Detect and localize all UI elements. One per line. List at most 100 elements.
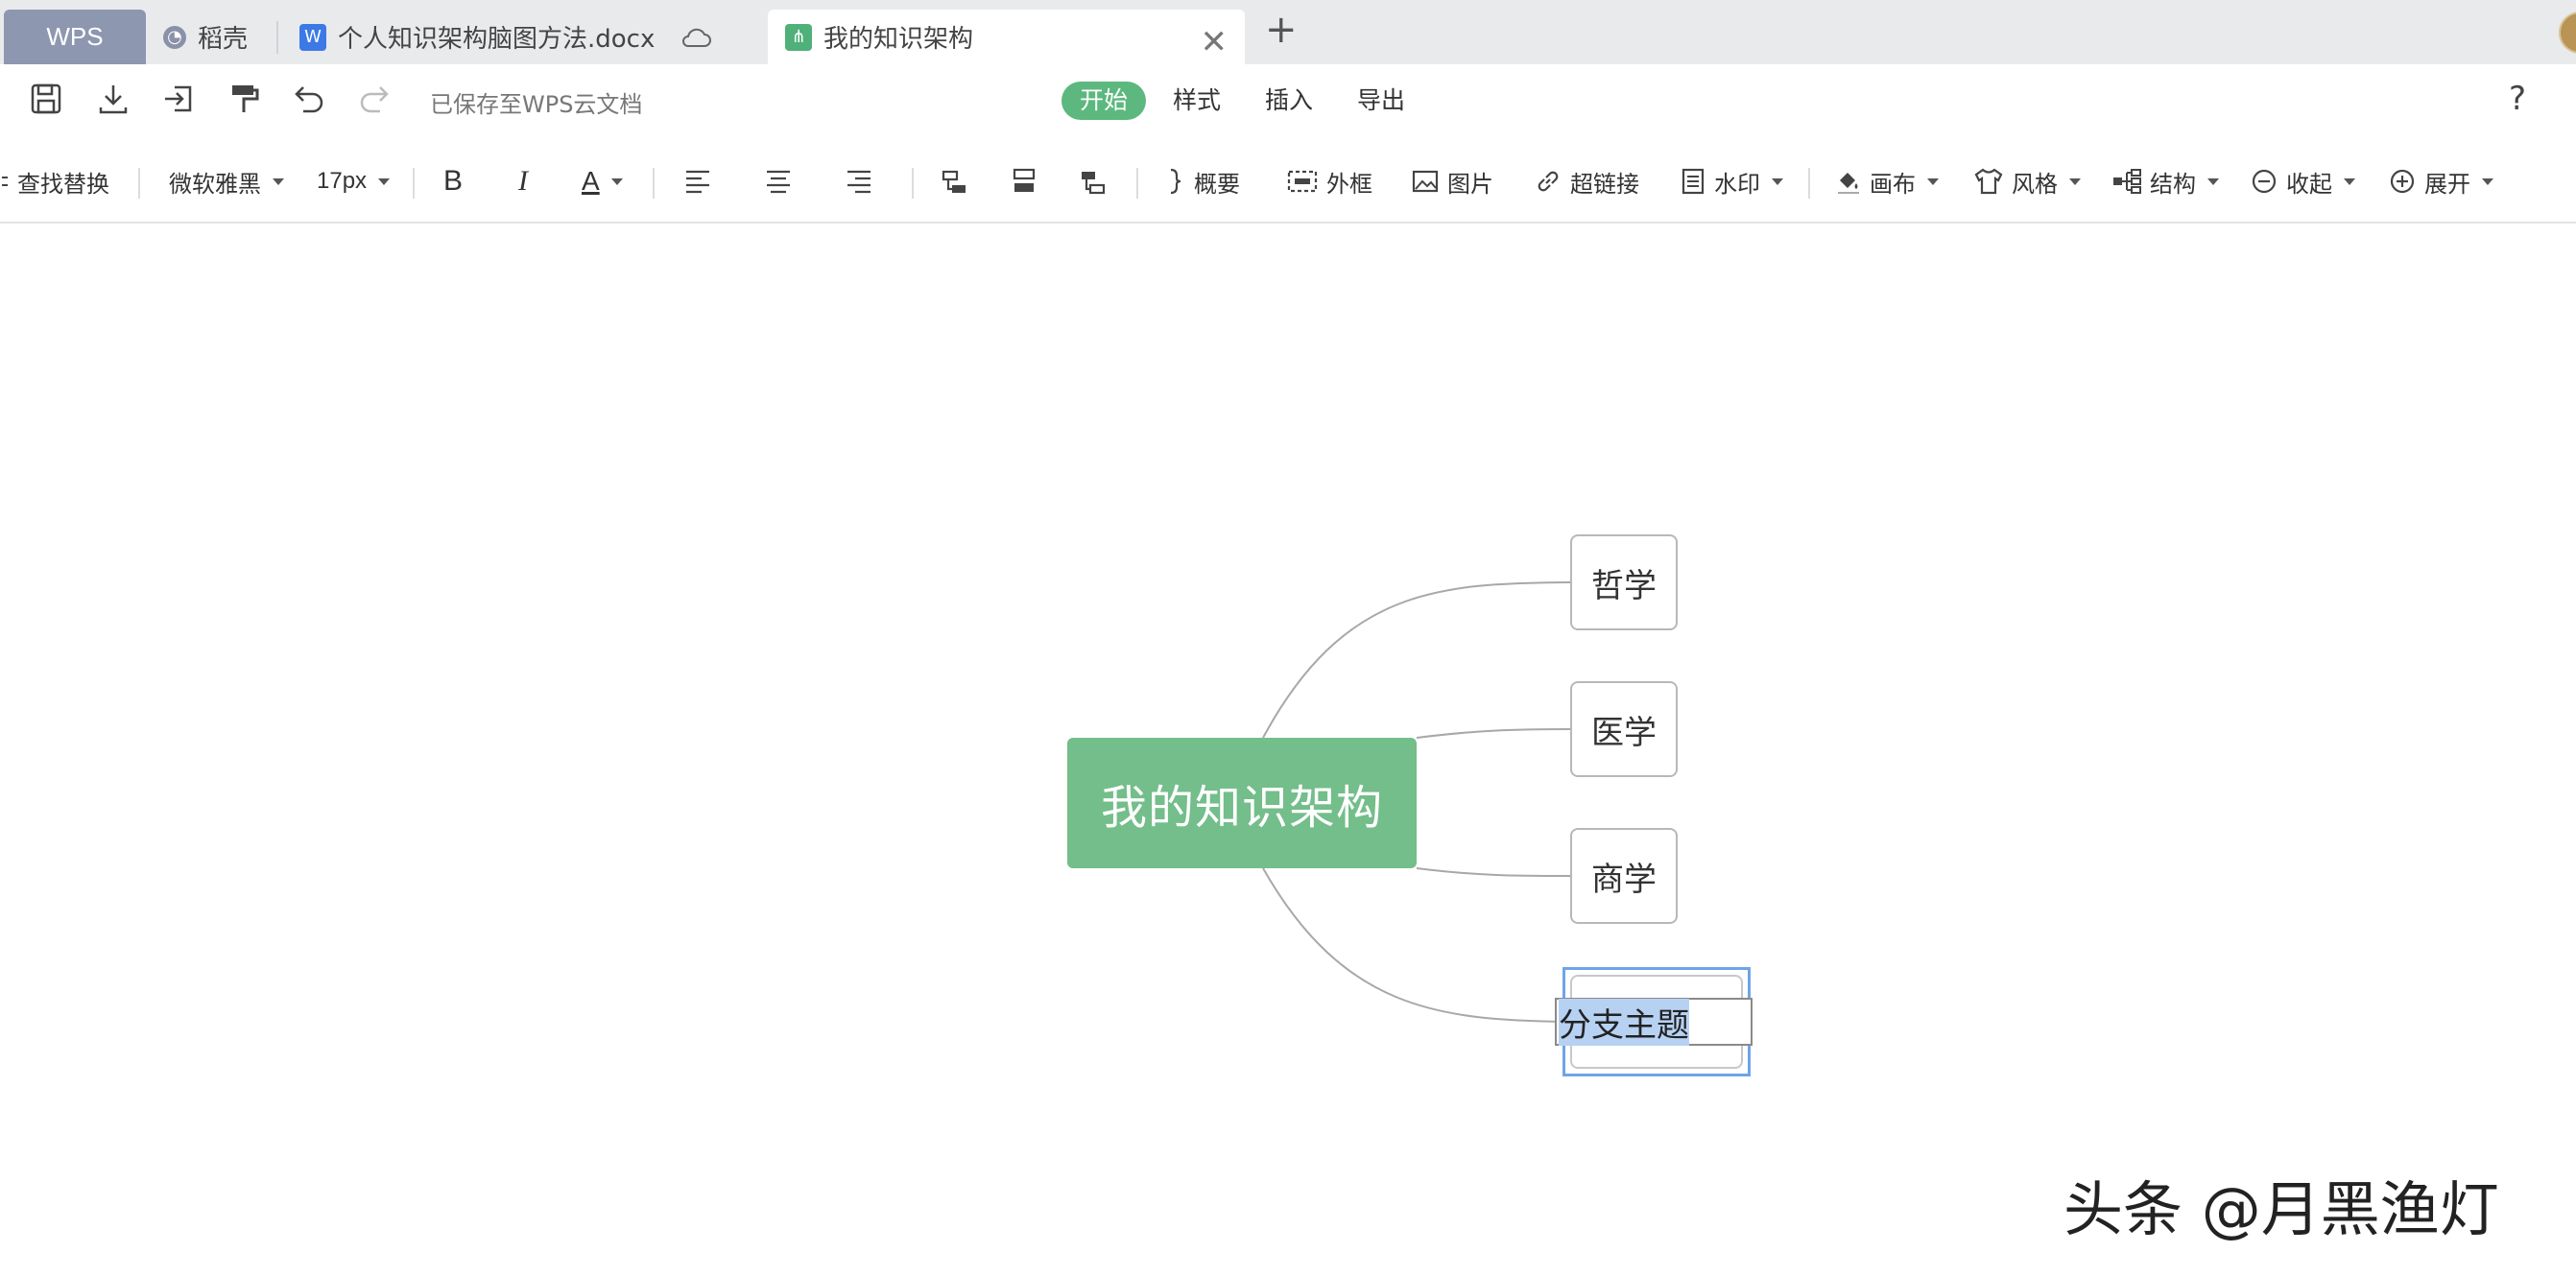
hyperlink-label: 超链接 [1570, 170, 1639, 198]
bold-button[interactable]: B [443, 164, 463, 199]
redo-icon[interactable] [357, 82, 392, 116]
watermark-button[interactable]: 水印 [1680, 164, 1783, 199]
tab-start[interactable]: 开始 [1061, 82, 1146, 120]
style-label: 风格 [2012, 170, 2058, 198]
font-color-button[interactable]: A [582, 164, 623, 199]
font-color-label: A [582, 166, 600, 196]
watermark-label: 水印 [1714, 170, 1760, 198]
save-icon[interactable] [29, 82, 63, 116]
tab-daoke[interactable]: ◔ 稻壳 [163, 10, 269, 64]
save-status-text: 已保存至WPS云文档 [430, 91, 643, 118]
chevron-down-icon [378, 177, 391, 185]
format-toolbar: 查找替换 微软雅黑 17px B I A 概要 外框 图片 超链接 水印 画布 … [0, 143, 2576, 224]
chevron-down-icon [273, 177, 284, 185]
tab-document-label: 个人知识架构脑图方法.docx [338, 25, 656, 54]
expand-button[interactable]: 展开 [2388, 164, 2493, 199]
avatar[interactable] [2559, 12, 2576, 54]
outline-frame-icon [1287, 170, 1318, 193]
tab-wps[interactable]: WPS [4, 10, 146, 64]
branch-topic-philosophy[interactable]: 哲学 [1570, 534, 1678, 630]
connector-line [1262, 867, 1567, 1023]
collapse-label: 收起 [2286, 170, 2332, 198]
image-icon [1412, 170, 1439, 193]
close-icon[interactable]: ✕ [1201, 23, 1228, 61]
plus-circle-icon [2390, 169, 2415, 194]
toolbar-divider [1808, 168, 1810, 199]
align-center-icon[interactable] [764, 164, 793, 199]
align-left-icon[interactable] [683, 164, 712, 199]
find-replace-button[interactable]: 查找替换 [0, 164, 109, 199]
font-family-value: 微软雅黑 [169, 170, 261, 198]
branch-topic-medicine[interactable]: 医学 [1570, 681, 1678, 777]
summary-button[interactable]: 概要 [1167, 164, 1240, 199]
tab-mindmap[interactable]: ⋔ 我的知识架构 ✕ [768, 10, 1245, 64]
tab-mindmap-label: 我的知识架构 [823, 25, 974, 54]
watermark-text: 头条 @月黑渔灯 [2063, 1174, 2499, 1244]
tab-insert[interactable]: 插入 [1265, 82, 1313, 120]
download-icon[interactable] [96, 82, 131, 116]
tab-style[interactable]: 样式 [1173, 82, 1221, 120]
find-replace-label: 查找替换 [17, 170, 109, 198]
toolbar-divider [138, 168, 140, 199]
insert-child-topic-icon[interactable] [941, 164, 969, 199]
brace-icon [1170, 168, 1181, 195]
tab-bar: WPS ◔ 稻壳 W 个人知识架构脑图方法.docx ⋔ 我的知识架构 ✕ + [0, 0, 2576, 64]
tab-export[interactable]: 导出 [1357, 82, 1405, 120]
italic-button[interactable]: I [518, 164, 528, 199]
chevron-down-icon [1927, 177, 1939, 185]
help-icon[interactable]: ? [2509, 80, 2526, 118]
paint-bucket-icon [1838, 173, 1859, 194]
outline-label: 外框 [1326, 170, 1372, 198]
connector-line [1416, 867, 1571, 877]
canvas-button[interactable]: 画布 [1835, 164, 1939, 199]
cloud-icon [682, 28, 712, 47]
link-icon [1538, 171, 1559, 192]
find-replace-icon [2, 177, 8, 186]
tab-daoke-label: 稻壳 [198, 25, 249, 54]
root-topic[interactable]: 我的知识架构 [1067, 738, 1417, 868]
undo-icon[interactable] [292, 82, 326, 116]
connector-line [1416, 728, 1571, 739]
add-tab-icon[interactable]: + [1265, 8, 1298, 52]
chevron-down-icon [2207, 177, 2219, 185]
quick-toolbar: 已保存至WPS云文档 开始 样式 插入 导出 ? [0, 64, 2576, 133]
chevron-down-icon [1772, 177, 1783, 185]
watermark-icon [1682, 168, 1705, 195]
selected-text: 分支主题 [1559, 998, 1689, 1046]
mindmap-canvas[interactable]: 我的知识架构 哲学 医学 商学 分支主题 [0, 224, 2576, 1276]
canvas-label: 画布 [1870, 170, 1916, 198]
minus-circle-icon [2252, 169, 2277, 194]
summary-label: 概要 [1194, 170, 1240, 198]
structure-label: 结构 [2150, 170, 2196, 198]
font-family-select[interactable]: 微软雅黑 [169, 164, 284, 199]
topic-edit-input[interactable]: 分支主题 [1555, 998, 1753, 1046]
font-size-value: 17px [317, 168, 368, 194]
style-button[interactable]: 风格 [1973, 164, 2081, 199]
structure-button[interactable]: 结构 [2111, 164, 2219, 199]
chevron-down-icon [2069, 177, 2081, 185]
expand-label: 展开 [2424, 170, 2470, 198]
mindmap-icon: ⋔ [785, 23, 812, 51]
font-size-select[interactable]: 17px [317, 164, 391, 199]
connector-line [1262, 581, 1571, 739]
import-icon[interactable] [161, 82, 196, 116]
shirt-icon [1974, 168, 2003, 195]
image-label: 图片 [1447, 170, 1493, 198]
hyperlink-button[interactable]: 超链接 [1534, 164, 1639, 199]
chevron-down-icon [2344, 177, 2355, 185]
insert-parent-topic-icon[interactable] [1079, 164, 1108, 199]
branch-topic-business[interactable]: 商学 [1570, 828, 1678, 924]
format-painter-icon[interactable] [227, 82, 261, 116]
insert-sibling-topic-icon[interactable] [1010, 164, 1038, 199]
collapse-button[interactable]: 收起 [2250, 164, 2355, 199]
toolbar-divider [653, 168, 655, 199]
tab-document[interactable]: W 个人知识架构脑图方法.docx [299, 10, 722, 64]
image-button[interactable]: 图片 [1411, 164, 1493, 199]
outline-button[interactable]: 外框 [1286, 164, 1372, 199]
toolbar-divider [413, 168, 415, 199]
tab-divider [276, 21, 278, 54]
tab-wps-label: WPS [46, 22, 104, 51]
chevron-down-icon [610, 177, 623, 185]
word-doc-icon: W [299, 23, 326, 51]
align-right-icon[interactable] [845, 164, 873, 199]
